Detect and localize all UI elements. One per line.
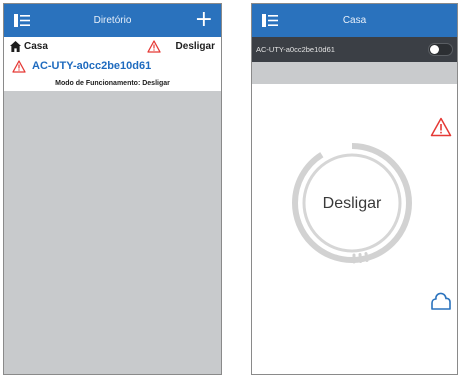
add-icon[interactable]: + (195, 7, 213, 33)
home-icon (10, 41, 21, 52)
device-list-item[interactable]: AC-UTY-a0cc2be10d61 (10, 59, 217, 75)
dial-status-label: Desligar (322, 195, 382, 212)
top-navbar: Casa (252, 4, 457, 37)
page-title: Casa (342, 15, 367, 26)
device-header-bar: AC-UTY-a0cc2be10d61 (252, 37, 457, 62)
home-group-row[interactable]: Casa Desligar (10, 40, 215, 55)
warning-icon (12, 60, 26, 73)
sub-header-bar (252, 62, 457, 84)
group-status-label: Desligar (175, 41, 215, 52)
warning-icon (147, 40, 161, 53)
device-control-screen: Casa AC-UTY-a0cc2be10d61 Desligar (251, 3, 458, 375)
page-title: Diretório (93, 15, 132, 26)
top-navbar: Diretório + (4, 4, 221, 37)
empty-list-area (4, 91, 221, 374)
toggle-knob (430, 45, 439, 54)
device-name: AC-UTY-a0cc2be10d61 (256, 45, 335, 54)
device-name: AC-UTY-a0cc2be10d61 (32, 60, 152, 72)
power-toggle[interactable] (428, 43, 453, 56)
cloud-icon[interactable] (430, 291, 452, 311)
operation-mode-text: Modo de Funcionamento: Desligar (55, 80, 170, 87)
directory-screen: Diretório + Casa Desligar AC-UTY-a0cc2be… (3, 3, 222, 375)
home-label: Casa (24, 41, 48, 52)
warning-icon[interactable] (430, 117, 452, 137)
